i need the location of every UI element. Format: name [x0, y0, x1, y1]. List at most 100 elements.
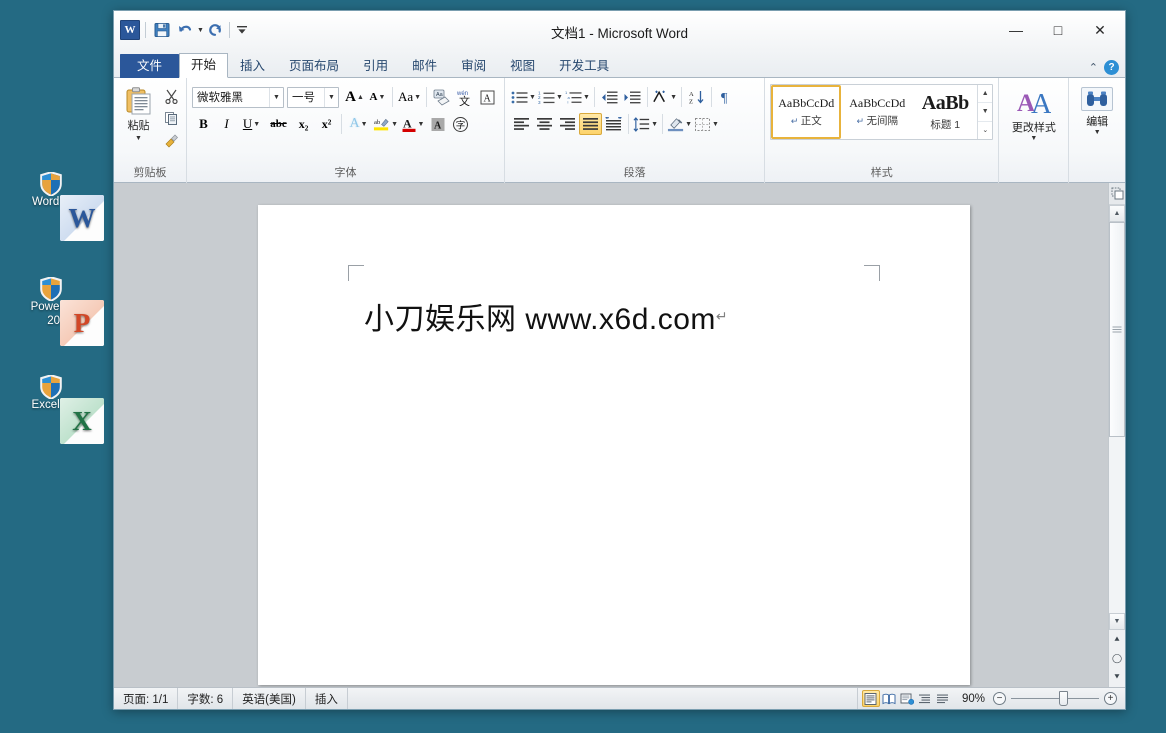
status-language[interactable]: 英语(美国)	[233, 688, 306, 709]
undo-icon[interactable]	[176, 19, 193, 41]
font-size-combobox[interactable]: 一号 ▼	[287, 87, 339, 108]
chevron-down-icon[interactable]: ▼	[1094, 129, 1101, 137]
chevron-down-icon[interactable]: ▼	[361, 121, 368, 128]
status-insert-mode[interactable]: 插入	[306, 688, 348, 709]
tab-file[interactable]: 文件	[120, 54, 179, 78]
document-canvas[interactable]: 小刀娱乐网 www.x6d.com↵	[114, 183, 1108, 687]
change-styles-button[interactable]: A A 更改样式 ▼	[1004, 82, 1063, 144]
chevron-down-icon[interactable]: ▼	[1030, 135, 1037, 143]
tab-review[interactable]: 审阅	[449, 54, 498, 78]
help-icon[interactable]: ?	[1104, 60, 1119, 75]
style-item-no-spacing[interactable]: AaBbCcDd ↵ 无间隔	[842, 86, 912, 138]
chevron-down-icon[interactable]: ▼	[556, 94, 563, 101]
tab-developer[interactable]: 开发工具	[547, 54, 621, 78]
scrollbar-thumb[interactable]	[1109, 222, 1125, 437]
status-word-count[interactable]: 字数: 6	[178, 688, 233, 709]
shading-button[interactable]: ▼	[666, 113, 693, 135]
style-item-heading-1[interactable]: AaBb 标题 1	[914, 86, 976, 138]
distribute-button[interactable]	[602, 113, 625, 135]
subscript-button[interactable]: x₂	[292, 113, 315, 135]
paste-button[interactable]: 粘贴 ▼	[119, 84, 158, 143]
chevron-down-icon[interactable]: ▼	[253, 121, 260, 128]
line-spacing-button[interactable]: ▼	[632, 113, 659, 135]
collapse-ribbon-icon[interactable]: ⌃	[1089, 61, 1098, 74]
draft-view-button[interactable]	[934, 690, 952, 707]
chevron-down-icon[interactable]: ▼	[391, 121, 398, 128]
copy-button[interactable]	[161, 109, 181, 128]
redo-icon[interactable]	[207, 19, 224, 41]
outline-view-button[interactable]	[916, 690, 934, 707]
maximize-button[interactable]: □	[1037, 17, 1079, 43]
superscript-button[interactable]: x²	[315, 113, 338, 135]
word-logo-icon[interactable]: W	[120, 20, 140, 40]
tab-insert[interactable]: 插入	[228, 54, 277, 78]
borders-button[interactable]: ▼	[693, 113, 720, 135]
chevron-down-icon[interactable]: ▼	[685, 121, 692, 128]
chevron-down-icon[interactable]: ▼	[324, 88, 338, 107]
cut-button[interactable]	[161, 87, 181, 106]
previous-page-button[interactable]: ⯅	[1109, 630, 1125, 649]
styles-scroll-up-button[interactable]: ▲	[978, 85, 992, 103]
chevron-down-icon[interactable]: ▼	[414, 94, 421, 101]
ruler-toggle-button[interactable]	[1109, 183, 1125, 205]
select-browse-object-button[interactable]: ◯	[1109, 649, 1125, 668]
character-shading-button[interactable]: A	[426, 113, 449, 135]
font-color-button[interactable]: A ▼	[399, 113, 426, 135]
show-formatting-marks-button[interactable]: ¶	[715, 86, 738, 108]
full-screen-reading-view-button[interactable]	[880, 690, 898, 707]
align-left-button[interactable]	[510, 113, 533, 135]
chevron-down-icon[interactable]: ▼	[269, 88, 283, 107]
multilevel-list-button[interactable]: 1ai ▼	[564, 86, 591, 108]
shrink-font-button[interactable]: A▼	[366, 86, 389, 108]
document-text[interactable]: 小刀娱乐网 www.x6d.com↵	[364, 294, 728, 338]
style-item-normal[interactable]: AaBbCcDd ↵ 正文	[771, 85, 841, 139]
zoom-in-button[interactable]: +	[1104, 692, 1117, 705]
text-effects-button[interactable]: A▼	[345, 113, 372, 135]
change-case-button[interactable]: Aa▼	[396, 86, 423, 108]
font-name-combobox[interactable]: 微软雅黑 ▼	[192, 87, 284, 108]
highlight-button[interactable]: ab ▼	[372, 113, 399, 135]
enclose-character-button[interactable]: 字	[449, 113, 472, 135]
chevron-down-icon[interactable]: ▼	[583, 94, 590, 101]
format-painter-button[interactable]	[161, 131, 181, 150]
save-icon[interactable]	[151, 19, 173, 41]
grow-font-button[interactable]: A▲	[343, 86, 366, 108]
strikethrough-button[interactable]: abc	[265, 113, 292, 135]
scroll-up-button[interactable]: ▲	[1109, 205, 1125, 222]
character-border-button[interactable]: A	[476, 86, 499, 108]
scrollbar-track[interactable]	[1109, 222, 1125, 613]
desktop-icon-excel[interactable]: X Excel 2010	[8, 398, 112, 412]
zoom-level-label[interactable]: 90%	[956, 693, 993, 705]
chevron-down-icon[interactable]: ▼	[670, 94, 677, 101]
status-page-number[interactable]: 页面: 1/1	[114, 688, 178, 709]
chevron-down-icon[interactable]: ▼	[418, 121, 425, 128]
print-layout-view-button[interactable]	[862, 690, 880, 707]
tab-view[interactable]: 视图	[498, 54, 547, 78]
increase-indent-button[interactable]	[621, 86, 644, 108]
phonetic-guide-button[interactable]: wén 文	[453, 86, 476, 108]
desktop-icon-powerpoint[interactable]: P PowerPoint 2010	[8, 300, 112, 328]
justify-button[interactable]	[579, 113, 602, 135]
sort-az-button[interactable]: A Z	[685, 86, 708, 108]
sort-button[interactable]: ▼	[651, 86, 678, 108]
web-layout-view-button[interactable]	[898, 690, 916, 707]
close-button[interactable]: ✕	[1079, 17, 1121, 43]
zoom-slider-track[interactable]	[1011, 698, 1099, 699]
clear-formatting-button[interactable]: Aa	[430, 86, 453, 108]
editing-button[interactable]: 编辑 ▼	[1074, 82, 1120, 138]
zoom-out-button[interactable]: −	[993, 692, 1006, 705]
desktop-icon-word[interactable]: W Word 2010	[8, 195, 112, 209]
align-center-button[interactable]	[533, 113, 556, 135]
paste-dropdown-icon[interactable]: ▼	[135, 135, 142, 142]
undo-dropdown-icon[interactable]: ▼	[197, 27, 204, 34]
chevron-down-icon[interactable]: ▼	[712, 121, 719, 128]
document-page[interactable]: 小刀娱乐网 www.x6d.com↵	[258, 205, 970, 685]
underline-button[interactable]: U▼	[238, 113, 265, 135]
chevron-down-icon[interactable]: ▼	[651, 121, 658, 128]
italic-button[interactable]: I	[215, 113, 238, 135]
decrease-indent-button[interactable]	[598, 86, 621, 108]
tab-home[interactable]: 开始	[179, 53, 228, 78]
numbering-button[interactable]: 123 ▼	[537, 86, 564, 108]
bullets-button[interactable]: ▼	[510, 86, 537, 108]
tab-page-layout[interactable]: 页面布局	[277, 54, 351, 78]
